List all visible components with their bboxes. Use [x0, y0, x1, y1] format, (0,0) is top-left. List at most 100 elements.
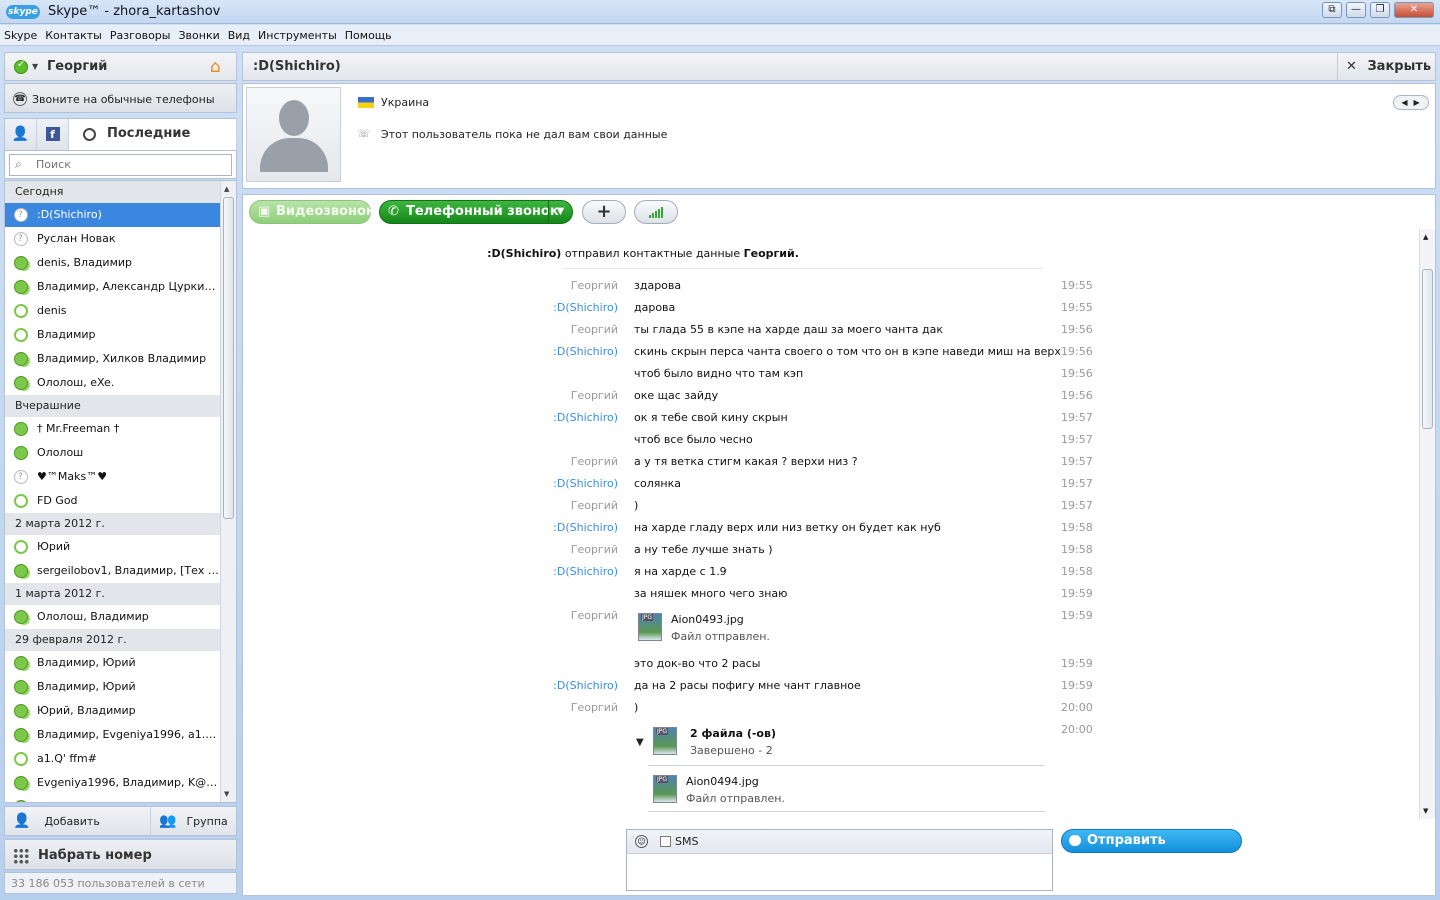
close-window-button[interactable]: ✕ [1394, 2, 1434, 18]
divider [563, 268, 1043, 269]
message-author[interactable]: Георгий [571, 499, 618, 512]
menu-contacts[interactable]: Контакты [41, 25, 106, 42]
contact-list-item[interactable]: Владимир, Александр Цуркин, d... [5, 275, 221, 299]
contact-list-item[interactable]: Evgeniya1996, Владимир, K@to... [5, 771, 221, 795]
contact-list-item[interactable]: Владимир, Юрий [5, 651, 221, 675]
menu-help[interactable]: Помощь [341, 25, 396, 42]
profile-nav-arrows[interactable]: ◀▶ [1393, 95, 1429, 110]
contact-list-item[interactable]: † Mr.Freeman † [5, 417, 221, 441]
sms-checkbox[interactable] [660, 836, 671, 847]
contact-list-item[interactable]: Ололош, eXe. [5, 371, 221, 395]
call-options-dropdown-icon[interactable]: ▼ [548, 201, 572, 223]
file-name[interactable]: Aion0494.jpg [686, 775, 759, 788]
scroll-up-arrow-icon[interactable]: ▲ [1423, 233, 1428, 241]
scrollbar-thumb[interactable] [223, 197, 234, 519]
tab-facebook[interactable]: f [37, 119, 69, 150]
skype-logo: skype [6, 5, 40, 19]
message-author[interactable]: Георгий [571, 609, 618, 622]
tab-contacts[interactable]: 👤 [5, 119, 37, 150]
message-author[interactable]: :D(Shichiro) [553, 345, 618, 358]
message-author[interactable]: Георгий [571, 701, 618, 714]
message-author[interactable]: Георгий [571, 543, 618, 556]
dial-number-button[interactable]: Набрать номер [4, 839, 237, 870]
menu-view[interactable]: Вид [224, 25, 254, 42]
message-author[interactable]: :D(Shichiro) [553, 477, 618, 490]
restore-down-icon[interactable]: ⧉ [1322, 2, 1342, 18]
contact-list-item[interactable]: ♥™Maks™♥ [5, 465, 221, 489]
message-time: 19:59 [1061, 609, 1093, 622]
call-quality-button[interactable] [634, 200, 678, 224]
message-text: солянка [634, 477, 682, 490]
menu-tools[interactable]: Инструменты [254, 25, 341, 42]
message-author[interactable]: :D(Shichiro) [553, 411, 618, 424]
scrollbar-thumb[interactable] [1422, 269, 1433, 429]
message-text: а ну тебе лучше знать ) [634, 543, 773, 556]
message-time: 19:56 [1061, 389, 1093, 402]
contact-list-item[interactable]: Владимир, Юрий [5, 675, 221, 699]
menu-conversations[interactable]: Разговоры [106, 25, 175, 42]
jpg-file-icon[interactable] [638, 613, 662, 641]
add-to-conversation-button[interactable]: + [582, 200, 626, 224]
jpg-file-icon[interactable] [653, 727, 677, 755]
contact-list-item[interactable]: Владимир [5, 323, 221, 347]
group-button[interactable]: 👥 Группа [150, 807, 238, 835]
contact-list-item[interactable]: Владимир, Evgeniya1996, Алекса... [5, 795, 221, 802]
contact-list-item[interactable]: Владимир, Evgeniya1996, a1.Q' ff... [5, 723, 221, 747]
jpg-file-icon[interactable] [653, 775, 677, 803]
contact-list-item[interactable]: denis [5, 299, 221, 323]
message-time: 19:57 [1061, 433, 1093, 446]
user-status-box[interactable]: ▼ Георгий ⌂ [4, 52, 237, 81]
scroll-down-arrow-icon[interactable]: ▼ [1423, 807, 1428, 815]
call-phones-banner[interactable]: ☎ Звоните на обычные телефоны [4, 83, 237, 113]
contact-list-item[interactable]: denis, Владимир [5, 251, 221, 275]
contact-list-item[interactable]: Юрий, Владимир [5, 699, 221, 723]
message-author[interactable]: Георгий [571, 279, 618, 292]
group-status-icon [14, 704, 28, 718]
scroll-up-arrow-icon[interactable]: ▲ [224, 185, 229, 193]
minimize-button[interactable]: — [1346, 2, 1366, 18]
conversation-title: :D(Shichiro) [253, 59, 341, 74]
home-icon[interactable]: ⌂ [210, 58, 228, 76]
file-status: Файл отправлен. [671, 630, 770, 643]
contact-list-item[interactable]: Ололош, Владимир [5, 605, 221, 629]
contact-group-header: 29 февраля 2012 г. [5, 629, 221, 651]
contact-list-scrollbar[interactable]: ▲ ▼ [220, 181, 236, 802]
contact-list-item[interactable]: sergeilobov1, Владимир, [Тех По... [5, 559, 221, 583]
emoticon-icon[interactable]: ☺ [635, 835, 648, 848]
add-contact-button[interactable]: 👤Добавить контакт [13, 807, 147, 856]
contact-list-item[interactable]: Ололош [5, 441, 221, 465]
contact-list-item[interactable]: Руслан Новак [5, 227, 221, 251]
phone-call-button[interactable]: ✆ Телефонный звонок ▼ [379, 200, 573, 224]
message-author[interactable]: :D(Shichiro) [553, 679, 618, 692]
contact-list-item[interactable]: FD God [5, 489, 221, 513]
contact-profile: Украина ☏ Этот пользователь пока не дал … [242, 83, 1436, 189]
video-call-button[interactable]: ▣ Видеозвонок [249, 200, 375, 224]
menu-skype[interactable]: Skype [0, 25, 41, 42]
contact-list-item[interactable]: :D(Shichiro) [5, 203, 221, 227]
chevron-down-icon[interactable]: ▼ [32, 62, 38, 71]
maximize-button[interactable]: ❐ [1370, 2, 1390, 18]
message-author[interactable]: Георгий [571, 323, 618, 336]
message-author[interactable]: :D(Shichiro) [553, 565, 618, 578]
chat-scrollbar[interactable]: ▲ ▼ [1419, 229, 1435, 819]
message-input-area[interactable]: ☺ SMS [626, 829, 1053, 891]
close-conversation-button[interactable]: ✕ Закрыть [1337, 53, 1435, 80]
contact-list-item[interactable]: Владимир, Хилков Владимир [5, 347, 221, 371]
tab-recent[interactable]: Последние [69, 119, 237, 150]
expand-arrow-icon[interactable]: ▼ [636, 737, 644, 748]
contact-list-item[interactable]: Юрий [5, 535, 221, 559]
file-name[interactable]: Aion0493.jpg [671, 613, 744, 626]
message-author[interactable]: :D(Shichiro) [553, 301, 618, 314]
search-box[interactable]: ⌕ [9, 154, 232, 176]
search-input[interactable] [36, 158, 226, 171]
message-author[interactable]: Георгий [571, 389, 618, 402]
message-author[interactable]: Георгий [571, 455, 618, 468]
scroll-down-arrow-icon[interactable]: ▼ [224, 790, 229, 798]
menu-calls[interactable]: Звонки [174, 25, 223, 42]
contact-list-item[interactable]: a1.Q' ffm# [5, 747, 221, 771]
group-status-icon [14, 680, 28, 694]
message-author[interactable]: :D(Shichiro) [553, 521, 618, 534]
message-text: это док-во что 2 расы [634, 657, 761, 670]
send-message-button[interactable]: Отправить сообщение [1061, 829, 1242, 870]
online-status-icon[interactable] [14, 59, 28, 74]
